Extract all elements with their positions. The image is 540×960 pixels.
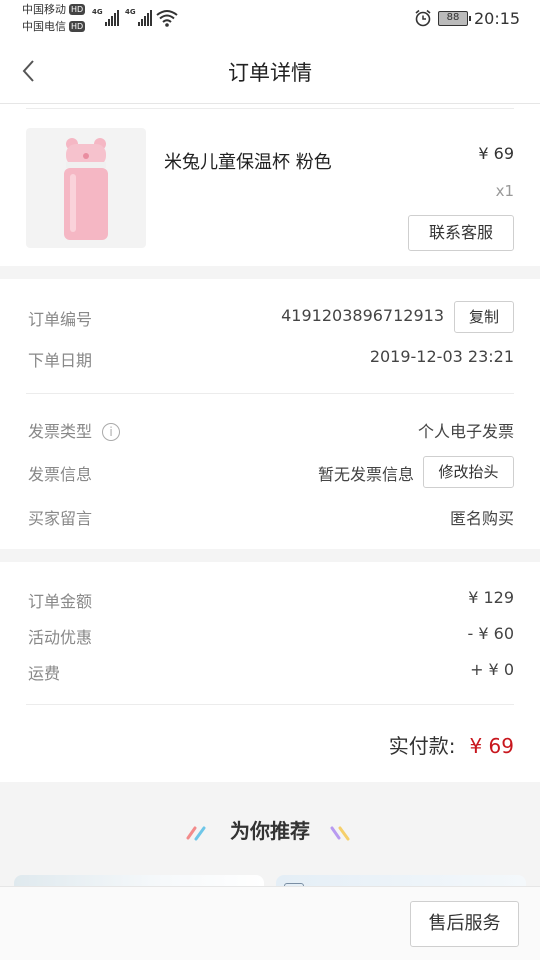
amount-card: 订单金额 ¥ 129 活动优惠 - ¥ 60 运费 + ¥ 0 实付款: ¥ 69 — [0, 562, 540, 782]
shipping-row: 运费 + ¥ 0 — [26, 655, 514, 685]
info-icon[interactable]: i — [102, 423, 121, 441]
product-price: ¥ 69 — [478, 144, 514, 163]
order-amount-value: ¥ 129 — [468, 588, 514, 607]
network-type: 4G — [125, 8, 136, 16]
shipping-value: + ¥ 0 — [470, 660, 514, 679]
carrier-1-name: 中国移动 — [22, 3, 66, 16]
paid-label: 实付款: — [388, 734, 456, 758]
invoice-type-label: 发票类型 i — [28, 418, 121, 442]
bottom-bar: 售后服务 — [0, 886, 540, 960]
carrier-2-name: 中国电信 — [22, 20, 66, 33]
decorative-slash-icon — [330, 826, 350, 840]
order-number-label: 订单编号 — [28, 310, 93, 329]
recommend-header: 为你推荐 — [0, 815, 540, 844]
invoice-info-value: 暂无发票信息 — [317, 465, 414, 484]
paid-total: 实付款: ¥ 69 — [389, 730, 514, 759]
carrier-2: 中国电信 HD — [22, 20, 86, 34]
divider — [26, 704, 514, 705]
invoice-info-row: 发票信息 暂无发票信息 修改抬头 — [26, 456, 514, 488]
copy-button[interactable]: 复制 — [454, 301, 514, 333]
contact-service-button[interactable]: 联系客服 — [408, 215, 514, 251]
wifi-icon — [156, 10, 178, 27]
order-amount-label: 订单金额 — [28, 592, 93, 611]
decorative-slash-icon — [186, 826, 206, 840]
invoice-type-value: 个人电子发票 — [417, 422, 514, 441]
signal-icon: 4G — [125, 8, 152, 26]
order-date-value: 2019-12-03 23:21 — [369, 347, 514, 366]
alarm-icon — [415, 9, 431, 27]
order-number-value: 4191203896712913 — [281, 306, 444, 325]
thermos-cup-image — [64, 138, 108, 240]
clock: 20:15 — [474, 9, 521, 28]
recommend-title: 为你推荐 — [230, 819, 310, 843]
network-type: 4G — [92, 8, 103, 16]
carrier-1: 中国移动 HD — [22, 3, 86, 17]
signal-icon: 4G — [92, 8, 119, 26]
product-thumbnail[interactable] — [26, 128, 146, 248]
nav-bar: 订单详情 — [0, 38, 540, 104]
order-date-row: 下单日期 2019-12-03 23:21 — [26, 342, 514, 372]
order-number-row: 订单编号 4191203896712913 复制 — [26, 301, 514, 333]
order-date-label: 下单日期 — [28, 351, 93, 370]
hd-badge: HD — [69, 4, 86, 15]
shipping-label: 运费 — [28, 664, 61, 683]
buyer-message-row: 买家留言 匿名购买 — [26, 500, 514, 530]
battery-icon: 88 — [438, 11, 471, 26]
invoice-type-text: 发票类型 — [28, 422, 93, 441]
invoice-info-label: 发票信息 — [28, 465, 93, 484]
discount-row: 活动优惠 - ¥ 60 — [26, 619, 514, 649]
after-sales-button[interactable]: 售后服务 — [410, 901, 519, 947]
product-card: 米兔儿童保温杯 粉色 ¥ 69 x1 联系客服 — [0, 104, 540, 266]
invoice-type-row: 发票类型 i 个人电子发票 — [26, 413, 514, 443]
product-name[interactable]: 米兔儿童保温杯 粉色 — [164, 148, 332, 174]
page-title: 订单详情 — [228, 61, 312, 85]
product-quantity: x1 — [495, 182, 514, 200]
hd-badge: HD — [69, 21, 86, 32]
paid-value: ¥ 69 — [469, 734, 514, 758]
discount-label: 活动优惠 — [28, 628, 93, 647]
order-info-card: 订单编号 4191203896712913 复制 下单日期 2019-12-03… — [0, 279, 540, 549]
buyer-message-value: 匿名购买 — [449, 509, 514, 528]
edit-invoice-title-button[interactable]: 修改抬头 — [423, 456, 514, 488]
discount-value: - ¥ 60 — [467, 624, 514, 643]
divider — [26, 393, 514, 394]
divider — [26, 108, 514, 109]
buyer-message-label: 买家留言 — [28, 509, 93, 528]
status-bar: 中国移动 HD 中国电信 HD 4G 4G 88 20:15 — [0, 0, 540, 38]
order-amount-row: 订单金额 ¥ 129 — [26, 583, 514, 613]
